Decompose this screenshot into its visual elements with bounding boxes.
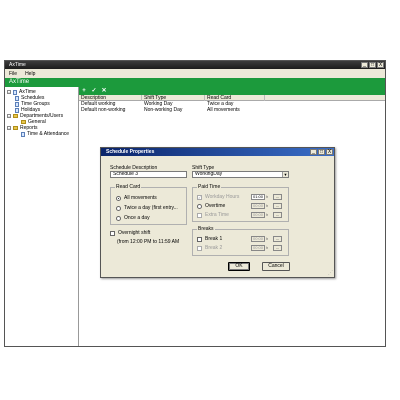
overnight-shift-range: (from 12:00 PM to 11:59 AM bbox=[117, 239, 180, 245]
schedule-icon bbox=[15, 95, 19, 101]
dialog-close-button[interactable]: X bbox=[326, 149, 333, 155]
folder-icon bbox=[21, 120, 26, 124]
checkbox-icon[interactable] bbox=[197, 236, 202, 242]
menu-file[interactable]: File bbox=[9, 71, 17, 77]
hours-unit: h bbox=[266, 236, 269, 241]
paid-time-workday[interactable]: ✓ Workday Hours bbox=[197, 194, 239, 200]
checkbox-icon[interactable] bbox=[197, 212, 202, 218]
folder-icon bbox=[13, 126, 18, 130]
hours-unit: h bbox=[266, 203, 269, 208]
window-controls: _ □ X bbox=[361, 62, 384, 68]
checkbox-icon[interactable] bbox=[197, 245, 202, 251]
breaks-group: Breaks Break 1 00:00 h ... Break 2 00:00… bbox=[192, 226, 289, 256]
cell-description: Default non-working bbox=[81, 107, 126, 113]
overtime-more-button[interactable]: ... bbox=[273, 203, 282, 209]
dialog-titlebar[interactable]: Schedule Properties _ □ X bbox=[101, 148, 334, 156]
overnight-shift-checkbox[interactable]: Overnight shift bbox=[110, 230, 150, 236]
radio-icon[interactable] bbox=[116, 215, 121, 221]
collapse-icon[interactable]: - bbox=[7, 90, 11, 94]
paid-time-extra[interactable]: Extra Time bbox=[197, 212, 229, 218]
shift-type-select[interactable]: WorkingDay ▼ bbox=[192, 171, 289, 178]
ok-button[interactable]: OK bbox=[228, 262, 250, 271]
dialog-maximize-button[interactable]: □ bbox=[318, 149, 325, 155]
extra-time-more-button[interactable]: ... bbox=[273, 212, 282, 218]
paid-time-title: Paid Time bbox=[197, 184, 222, 190]
paid-time-label: Overtime bbox=[205, 203, 226, 209]
collapse-icon[interactable]: - bbox=[7, 114, 11, 118]
cancel-button[interactable]: Cancel bbox=[262, 262, 290, 271]
read-card-option-twice[interactable]: Twice a day (first entry... bbox=[116, 205, 178, 211]
radio-icon[interactable] bbox=[197, 203, 202, 209]
app-titlebar: AxTime _ □ X bbox=[5, 61, 385, 69]
radio-selected-icon[interactable] bbox=[116, 195, 121, 201]
hours-unit: h bbox=[266, 194, 269, 199]
chevron-down-icon[interactable]: ▼ bbox=[282, 172, 288, 177]
workday-hours-input[interactable]: 01:00 bbox=[251, 194, 265, 200]
read-card-title: Read Card bbox=[115, 184, 142, 190]
hours-unit: h bbox=[266, 212, 269, 217]
extra-time-input[interactable]: 00:00 bbox=[251, 212, 265, 218]
read-card-option-once[interactable]: Once a day bbox=[116, 215, 150, 221]
time-group-icon bbox=[15, 101, 19, 107]
edit-icon[interactable]: ✓ bbox=[91, 88, 97, 94]
break-1[interactable]: Break 1 bbox=[197, 236, 222, 242]
workday-hours-more-button[interactable]: ... bbox=[273, 194, 282, 200]
menu-help[interactable]: Help bbox=[25, 71, 35, 77]
break-1-input[interactable]: 00:00 bbox=[251, 236, 265, 242]
checkbox-checked-icon[interactable]: ✓ bbox=[197, 194, 202, 200]
break-label: Break 1 bbox=[205, 236, 223, 242]
read-card-option-all[interactable]: All movements bbox=[116, 195, 157, 201]
report-icon bbox=[21, 131, 25, 137]
toolbar: + ✓ ✕ bbox=[79, 87, 385, 95]
hours-unit: h bbox=[266, 245, 269, 250]
read-card-group: Read Card All movements Twice a day (fir… bbox=[110, 184, 187, 225]
folder-icon bbox=[13, 114, 18, 118]
tree-item-time-attendance[interactable]: Time & Attendance bbox=[21, 131, 69, 137]
paid-time-group: Paid Time ✓ Workday Hours 01:00 h ... Ov… bbox=[192, 184, 289, 222]
schedule-properties-dialog: Schedule Properties _ □ X Schedule Descr… bbox=[100, 147, 335, 278]
app-header-title: AxTime bbox=[9, 79, 30, 85]
collapse-icon[interactable]: - bbox=[7, 126, 11, 130]
overnight-shift-label: Overnight shift bbox=[118, 230, 151, 236]
close-button[interactable]: X bbox=[377, 62, 384, 68]
paid-time-label: Workday Hours bbox=[205, 194, 240, 200]
overtime-input[interactable]: 00:00 bbox=[251, 203, 265, 209]
break-2-input[interactable]: 00:00 bbox=[251, 245, 265, 251]
tree-item-label: Time & Attendance bbox=[27, 131, 70, 137]
radio-icon[interactable] bbox=[116, 205, 121, 211]
table-row[interactable]: Default non-working Non-working Day All … bbox=[79, 107, 385, 113]
shift-type-value: WorkingDay bbox=[195, 171, 223, 177]
break-2[interactable]: Break 2 bbox=[197, 245, 222, 251]
cell-shift-type: Non-working Day bbox=[144, 107, 183, 113]
dialog-window-controls: _ □ X bbox=[310, 149, 333, 155]
maximize-button[interactable]: □ bbox=[369, 62, 376, 68]
app-icon bbox=[13, 89, 17, 95]
minimize-button[interactable]: _ bbox=[361, 62, 368, 68]
add-icon[interactable]: + bbox=[81, 88, 87, 94]
paid-time-overtime[interactable]: Overtime bbox=[197, 203, 225, 209]
app-title: AxTime bbox=[9, 62, 26, 68]
navigation-tree: - AxTime Schedules Time Groups Holidays … bbox=[5, 87, 79, 346]
option-label: Twice a day (first entry... bbox=[124, 205, 178, 211]
break-1-more-button[interactable]: ... bbox=[273, 236, 282, 242]
resize-grip-icon[interactable]: ⋰ bbox=[328, 271, 333, 276]
cell-read-card: All movements bbox=[207, 107, 240, 113]
break-label: Break 2 bbox=[205, 245, 223, 251]
paid-time-label: Extra Time bbox=[205, 212, 229, 218]
dialog-title: Schedule Properties bbox=[106, 149, 155, 155]
breaks-title: Breaks bbox=[197, 226, 215, 232]
break-2-more-button[interactable]: ... bbox=[273, 245, 282, 251]
option-label: Once a day bbox=[124, 215, 150, 221]
schedule-description-input[interactable]: Schedule 3 bbox=[110, 171, 187, 178]
delete-icon[interactable]: ✕ bbox=[101, 88, 107, 94]
menubar: File Help bbox=[5, 69, 385, 78]
app-header: AxTime bbox=[5, 78, 385, 87]
checkbox-icon[interactable] bbox=[110, 230, 115, 236]
option-label: All movements bbox=[124, 195, 157, 201]
holiday-icon bbox=[15, 107, 19, 113]
dialog-minimize-button[interactable]: _ bbox=[310, 149, 317, 155]
